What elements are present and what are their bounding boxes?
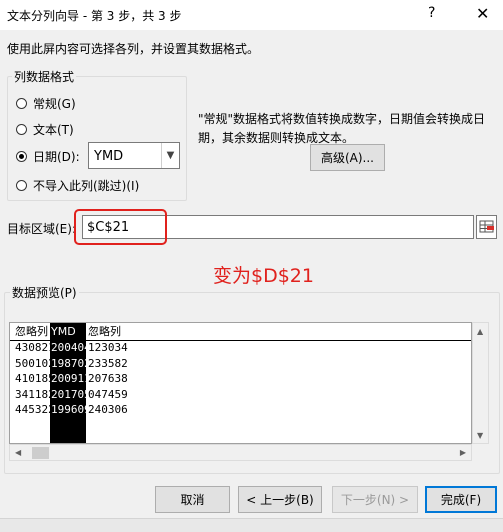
scroll-down-icon[interactable]: ▼ xyxy=(477,431,483,440)
preview-cell: 200404 xyxy=(51,341,86,354)
highlight-box xyxy=(74,209,167,245)
preview-cell: 410185 xyxy=(15,372,50,385)
radio-general-circle[interactable] xyxy=(16,97,27,109)
range-select-button[interactable] xyxy=(476,215,497,239)
preview-column-1[interactable]: 忽略列 430821 500102 410185 341182 445322 xyxy=(14,323,50,443)
cancel-button[interactable]: 取消 xyxy=(155,486,230,513)
preview-cell: 199609 xyxy=(51,403,86,416)
preview-cell: 500102 xyxy=(15,356,50,370)
window-title: 文本分列向导 - 第 3 步，共 3 步 xyxy=(7,9,182,23)
scroll-left-icon[interactable]: ◀ xyxy=(15,448,21,457)
preview-cell: 198702 xyxy=(51,356,86,370)
preview-column-3[interactable]: 忽略列 123034 233582 207638 047459 240306 xyxy=(87,323,147,443)
radio-text-label: 文本(T) xyxy=(33,122,74,137)
preview-table[interactable]: 忽略列 430821 500102 410185 341182 445322 Y… xyxy=(9,322,472,444)
radio-date[interactable]: 日期(D): xyxy=(16,148,80,164)
next-button[interactable]: 下一步(N) > xyxy=(332,486,418,513)
preview-cell: 430821 xyxy=(15,341,50,354)
preview-column-2[interactable]: YMD 200404 198702 200911 201705 199609 xyxy=(50,323,86,443)
radio-general[interactable]: 常规(G) xyxy=(16,95,76,111)
preview-vertical-scrollbar[interactable]: ▲ ▼ xyxy=(472,322,489,444)
scroll-up-icon[interactable]: ▲ xyxy=(477,327,483,336)
preview-cell: 200911 xyxy=(51,372,86,385)
finish-button[interactable]: 完成(F) xyxy=(425,486,497,513)
radio-date-circle[interactable] xyxy=(16,150,27,162)
scroll-right-icon[interactable]: ▶ xyxy=(460,448,466,457)
instruction-text: 使用此屏内容可选择各列，并设置其数据格式。 xyxy=(7,42,260,56)
preview-cell: 233582 xyxy=(88,356,128,370)
preview-cell: 123034 xyxy=(88,341,128,354)
preview-group-label: 数据预览(P) xyxy=(10,284,79,301)
preview-cell: 047459 xyxy=(88,387,128,401)
preview-cell: 207638 xyxy=(88,372,128,385)
format-description: "常规"数据格式将数值转换成数字，日期值会转换成日期，其余数据则转换成文本。 xyxy=(198,112,486,145)
radio-skip[interactable]: 不导入此列(跳过)(I) xyxy=(16,177,139,193)
advanced-button[interactable]: 高级(A)... xyxy=(310,144,385,171)
close-button[interactable]: ✕ xyxy=(476,4,489,23)
background-strip xyxy=(0,518,503,532)
preview-cell: 341182 xyxy=(15,387,50,401)
chevron-down-icon[interactable]: ▼ xyxy=(161,143,179,168)
range-select-icon xyxy=(479,220,494,233)
radio-date-label: 日期(D): xyxy=(33,149,80,164)
back-button[interactable]: < 上一步(B) xyxy=(238,486,322,513)
radio-general-label: 常规(G) xyxy=(33,96,76,111)
preview-column-header: YMD xyxy=(51,325,76,338)
radio-text-circle[interactable] xyxy=(16,123,27,135)
scroll-thumb[interactable] xyxy=(32,447,49,459)
preview-horizontal-scrollbar[interactable]: ◀ ▶ xyxy=(9,444,472,461)
annotation-text: 变为$D$21 xyxy=(213,265,314,287)
radio-skip-circle[interactable] xyxy=(16,179,27,191)
preview-cell: 240306 xyxy=(88,403,128,416)
date-format-select[interactable]: YMD ▼ xyxy=(88,142,180,169)
destination-label: 目标区域(E): xyxy=(7,222,76,236)
help-button[interactable]: ? xyxy=(428,5,435,21)
preview-column-header: 忽略列 xyxy=(88,325,121,338)
format-group-label: 列数据格式 xyxy=(12,68,77,85)
radio-text[interactable]: 文本(T) xyxy=(16,121,74,137)
preview-cell: 445322 xyxy=(15,403,50,416)
radio-skip-label: 不导入此列(跳过)(I) xyxy=(33,178,140,193)
preview-column-header: 忽略列 xyxy=(15,325,48,338)
date-format-value: YMD xyxy=(94,149,124,164)
preview-cell: 201705 xyxy=(51,387,86,401)
